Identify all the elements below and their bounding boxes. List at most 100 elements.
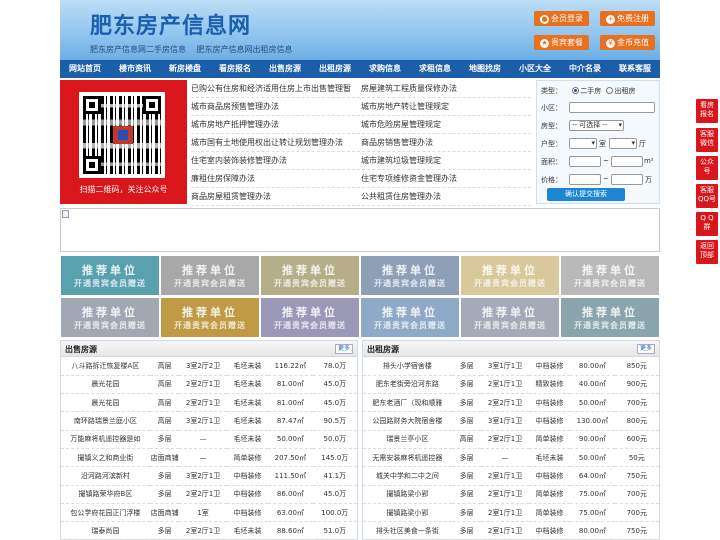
nav-item-8[interactable]: 地图找房 [460,60,510,78]
area-min-input[interactable] [569,156,601,167]
table-cell[interactable]: 肥东老街旁沿河东路 [363,375,452,395]
table-row[interactable]: 瑞泰尚园 多层 2室2厅1卫 毛坯未装 88.60㎡ 51.0万 [61,521,357,540]
recommend-unit[interactable]: 推荐单位 开通贵宾会员赠送 [161,256,259,295]
side-float-item[interactable]: 客服 微信 [696,128,718,152]
recommend-unit[interactable]: 推荐单位 开通贵宾会员赠送 [261,256,359,295]
site-title[interactable]: 肥东房产信息网 [90,8,251,40]
table-cell[interactable]: 撮镇路梁小郢 [363,485,452,504]
nav-item-0[interactable]: 网站首页 [60,60,110,78]
recommend-unit[interactable]: 推荐单位 开通贵宾会员赠送 [261,298,359,337]
table-row[interactable]: 撮镇路梁小郢 多层 2室1厅1卫 简单装修 75.00㎡ 700元 [363,503,659,523]
table-cell[interactable]: 晨光花园 [61,393,150,413]
recommend-unit[interactable]: 推荐单位 开通贵宾会员赠送 [461,256,559,295]
type-radio-sale[interactable]: 二手房 [572,87,601,95]
table-row[interactable]: 包公学府花园正门浮楼 店面商铺 1室 中档装修 63.00㎡ 100.0万 [61,503,357,523]
recommend-unit[interactable]: 推荐单位 开通贵宾会员赠送 [61,298,159,337]
policy-link[interactable]: 城市国有土地使用权出让转让规划管理办法 [191,134,361,151]
subtitle-link-rent[interactable]: 肥东房产信息网出租房信息 [197,45,293,54]
sale-more-button[interactable]: 更多 [334,344,353,354]
type-radio-rent[interactable]: 出租房 [606,87,635,95]
recommend-unit[interactable]: 推荐单位 开通贵宾会员赠送 [561,256,659,295]
table-row[interactable]: 南环路瑞景兰庭小区 高层 3室2厅1卫 毛坯未装 87.47㎡ 90.5万 [61,411,357,431]
table-row[interactable]: 撮镇义之和商业街 店面商铺 — 简单装修 207.50㎡ 145.0万 [61,448,357,468]
table-row[interactable]: 排头小学宿舍楼 多层 3室1厅1卫 中档装修 80.00㎡ 850元 [363,357,659,376]
table-row[interactable]: 无需安装麻将机遥控器 多层 — 毛坯未装 50.00㎡ 50元 [363,448,659,468]
policy-link[interactable]: 房屋建筑工程质量保修办法 [361,80,531,97]
table-row[interactable]: 晨光花园 高层 2室2厅1卫 毛坯未装 81.00㎡ 45.0万 [61,393,357,413]
table-cell[interactable]: 排头小学宿舍楼 [363,357,452,376]
table-row[interactable]: 城关中学和二中之间 多层 2室1厅1卫 中档装修 64.00㎡ 750元 [363,466,659,486]
nav-item-3[interactable]: 看房报名 [210,60,260,78]
nav-item-11[interactable]: 联系客服 [610,60,660,78]
policy-link[interactable]: 商品房屋租赁管理办法 [191,188,361,205]
table-row[interactable]: 晨光花园 高层 2室2厅1卫 毛坯未装 81.00㎡ 45.0万 [61,375,357,395]
register-button[interactable]: + 免费注册 [600,11,655,26]
rent-more-button[interactable]: 更多 [636,344,655,354]
policy-link[interactable]: 廉租住房保障办法 [191,170,361,187]
nav-item-1[interactable]: 楼市资讯 [110,60,160,78]
table-cell[interactable]: 包公学府花园正门浮楼 [61,503,150,523]
side-float-item[interactable]: 看房 报名 [696,99,718,123]
vip-package-button[interactable]: ★ 贵宾套餐 [534,35,589,50]
policy-link[interactable]: 城市商品房预售管理办法 [191,98,361,115]
community-input[interactable] [569,102,655,113]
area-max-input[interactable] [611,156,643,167]
table-cell[interactable]: 八斗路拆迁恢复楼A区 [61,357,150,376]
table-row[interactable]: 肥东老街旁沿河东路 多层 2室1厅1卫 精致装修 40.00㎡ 900元 [363,375,659,395]
table-cell[interactable]: 瑞泰尚园 [61,521,150,540]
side-float-item[interactable]: 返回 顶部 [696,240,718,264]
side-float-item[interactable]: 公众号 [696,156,718,180]
nav-item-7[interactable]: 求租信息 [410,60,460,78]
recommend-unit[interactable]: 推荐单位 开通贵宾会员赠送 [161,298,259,337]
recommend-unit[interactable]: 推荐单位 开通贵宾会员赠送 [361,256,459,295]
nav-item-5[interactable]: 出租房源 [310,60,360,78]
policy-link[interactable]: 商品房销售管理办法 [361,134,531,151]
table-cell[interactable]: 晨光花园 [61,375,150,395]
table-cell[interactable]: 沿河路河滨新村 [61,466,150,486]
nav-item-2[interactable]: 新房楼盘 [160,60,210,78]
table-row[interactable]: 撮镇路荣华府B区 多层 2室2厅1卫 中档装修 86.00㎡ 45.0万 [61,485,357,504]
table-cell[interactable]: 城关中学和二中之间 [363,466,452,486]
policy-link[interactable]: 已购公有住房和经济适用住房上市出售管理暂 [191,80,361,97]
policy-link[interactable]: 城市房地产抵押管理办法 [191,116,361,133]
table-cell[interactable]: 撮镇路荣华府B区 [61,485,150,504]
table-cell[interactable]: 撮镇义之和商业街 [61,448,150,468]
table-row[interactable]: 瑞景兰亭小区 高层 2室2厅1卫 简单装修 90.00㎡ 600元 [363,430,659,449]
table-row[interactable]: 万能麻将机遥控器是如 多层 — 毛坯未装 50.00㎡ 50.0万 [61,430,357,449]
policy-link[interactable]: 城市房地产转让管理规定 [361,98,531,115]
nav-item-9[interactable]: 小区大全 [510,60,560,78]
recommend-unit[interactable]: 推荐单位 开通贵宾会员赠送 [61,256,159,295]
kind-select[interactable]: -- 可选择 -- [569,120,624,131]
policy-link[interactable]: 公共租赁住房管理办法 [361,188,531,205]
side-float-item[interactable]: Q Q群 [696,212,718,236]
table-cell[interactable]: 撮镇路梁小郢 [363,503,452,523]
table-row[interactable]: 沿河路河滨新村 多层 3室2厅1卫 中档装修 111.50㎡ 41.1万 [61,466,357,486]
table-row[interactable]: 排头社区美食一条街 多层 2室1厅1卫 中档装修 80.00㎡ 750元 [363,521,659,540]
recommend-unit[interactable]: 推荐单位 开通贵宾会员赠送 [561,298,659,337]
side-float-item[interactable]: 客服 QQ号 [696,184,718,208]
price-max-input[interactable] [611,174,643,185]
table-cell[interactable]: 排头社区美食一条街 [363,521,452,540]
recommend-unit[interactable]: 推荐单位 开通贵宾会员赠送 [461,298,559,337]
policy-link[interactable]: 城市危险房屋管理规定 [361,116,531,133]
table-cell[interactable]: 万能麻将机遥控器是如 [61,430,150,449]
table-cell[interactable]: 公园路财务大院宿舍楼 [363,411,452,431]
policy-link[interactable]: 住宅室内装饰装修管理办法 [191,152,361,169]
nav-item-10[interactable]: 中介名录 [560,60,610,78]
table-cell[interactable]: 南环路瑞景兰庭小区 [61,411,150,431]
room-select[interactable] [569,138,597,149]
table-cell[interactable]: 肥东老酒厂（现和顺雅 [363,393,452,413]
table-row[interactable]: 八斗路拆迁恢复楼A区 高层 3室2厅2卫 毛坯未装 116.22㎡ 78.0万 [61,357,357,376]
login-button[interactable]: ● 会员登录 [534,11,589,26]
table-row[interactable]: 肥东老酒厂（现和顺雅 多层 2室2厅1卫 中档装修 50.00㎡ 700元 [363,393,659,413]
banner-ad[interactable] [60,208,660,252]
policy-link[interactable]: 住宅专项维修资金管理办法 [361,170,531,187]
hall-select[interactable] [609,138,637,149]
table-row[interactable]: 撮镇路梁小郢 多层 2室1厅1卫 简单装修 75.00㎡ 700元 [363,485,659,504]
coin-recharge-button[interactable]: ¥ 金币充值 [600,35,655,50]
search-submit-button[interactable]: 确认提交搜索 [547,188,625,201]
table-row[interactable]: 公园路财务大院宿舍楼 多层 3室1厅1卫 中档装修 130.00㎡ 800元 [363,411,659,431]
recommend-unit[interactable]: 推荐单位 开通贵宾会员赠送 [361,298,459,337]
policy-link[interactable]: 城市建筑垃圾管理规定 [361,152,531,169]
nav-item-6[interactable]: 求购信息 [360,60,410,78]
